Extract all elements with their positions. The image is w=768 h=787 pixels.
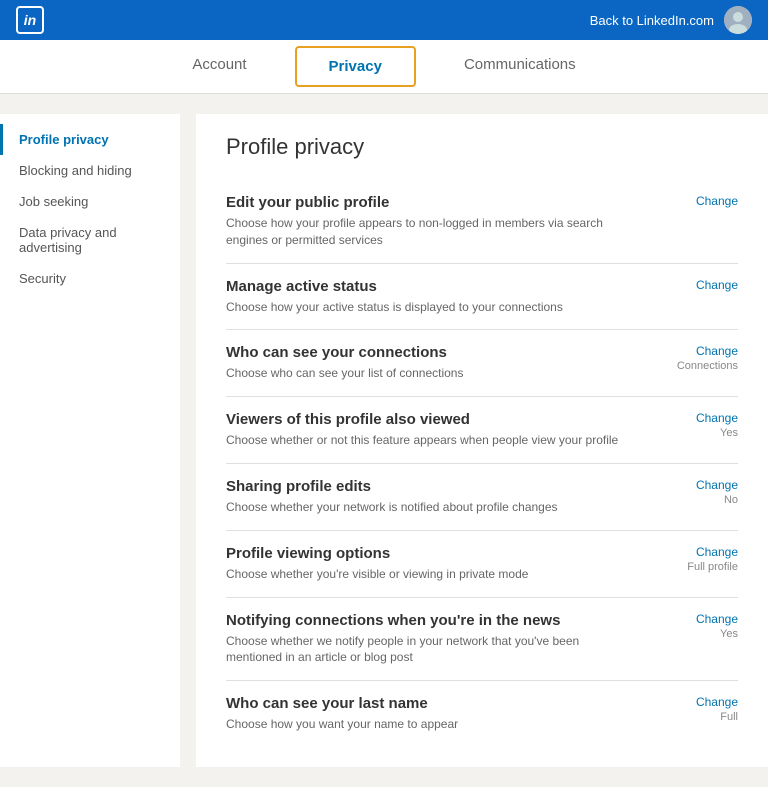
sidebar-item-job-seeking[interactable]: Job seeking <box>0 186 180 217</box>
setting-value-news-notifications: Yes <box>720 628 738 640</box>
change-link-last-name[interactable]: Change <box>696 695 738 709</box>
back-to-linkedin[interactable]: Back to LinkedIn.com <box>590 13 714 28</box>
settings-right-active-status: Change <box>658 278 738 292</box>
tab-privacy[interactable]: Privacy <box>295 46 416 87</box>
sidebar-item-data-privacy[interactable]: Data privacy and advertising <box>0 217 180 263</box>
settings-desc-public-profile: Choose how your profile appears to non-l… <box>226 215 638 249</box>
settings-title-viewers-also-viewed: Viewers of this profile also viewed <box>226 411 638 428</box>
settings-right-public-profile: Change <box>658 194 738 208</box>
sidebar-item-profile-privacy[interactable]: Profile privacy <box>0 124 180 155</box>
setting-value-sharing-edits: No <box>724 494 738 506</box>
change-link-active-status[interactable]: Change <box>696 278 738 292</box>
setting-value-connections: Connections <box>677 360 738 372</box>
settings-left-sharing-edits: Sharing profile edits Choose whether your… <box>226 478 658 516</box>
settings-title-public-profile: Edit your public profile <box>226 194 638 211</box>
settings-row-profile-viewing: Profile viewing options Choose whether yo… <box>226 531 738 598</box>
settings-row-sharing-edits: Sharing profile edits Choose whether your… <box>226 464 738 531</box>
settings-left-viewers-also-viewed: Viewers of this profile also viewed Choos… <box>226 411 658 449</box>
setting-value-viewers-also-viewed: Yes <box>720 427 738 439</box>
settings-title-active-status: Manage active status <box>226 278 638 295</box>
change-link-public-profile[interactable]: Change <box>696 194 738 208</box>
sidebar-item-blocking-hiding[interactable]: Blocking and hiding <box>0 155 180 186</box>
settings-right-news-notifications: Change Yes <box>658 612 738 640</box>
settings-list: Edit your public profile Choose how your … <box>226 180 738 747</box>
setting-value-last-name: Full <box>720 711 738 723</box>
nav-tabs: Account Privacy Communications <box>0 40 768 94</box>
main-container: Profile privacy Blocking and hiding Job … <box>0 114 768 767</box>
content-area: Profile privacy Edit your public profile… <box>196 114 768 767</box>
settings-right-viewers-also-viewed: Change Yes <box>658 411 738 439</box>
sidebar: Profile privacy Blocking and hiding Job … <box>0 114 180 767</box>
linkedin-logo[interactable]: in <box>16 6 44 34</box>
settings-right-sharing-edits: Change No <box>658 478 738 506</box>
settings-left-public-profile: Edit your public profile Choose how your … <box>226 194 658 249</box>
settings-row-news-notifications: Notifying connections when you're in the… <box>226 598 738 682</box>
settings-title-last-name: Who can see your last name <box>226 695 638 712</box>
settings-title-connections: Who can see your connections <box>226 344 638 361</box>
settings-row-last-name: Who can see your last name Choose how you… <box>226 681 738 747</box>
settings-desc-active-status: Choose how your active status is display… <box>226 299 638 316</box>
settings-row-active-status: Manage active status Choose how your acti… <box>226 264 738 331</box>
settings-left-news-notifications: Notifying connections when you're in the… <box>226 612 658 667</box>
sidebar-item-security[interactable]: Security <box>0 263 180 294</box>
settings-desc-connections: Choose who can see your list of connecti… <box>226 365 638 382</box>
settings-title-news-notifications: Notifying connections when you're in the… <box>226 612 638 629</box>
settings-row-connections: Who can see your connections Choose who c… <box>226 330 738 397</box>
change-link-sharing-edits[interactable]: Change <box>696 478 738 492</box>
settings-row-public-profile: Edit your public profile Choose how your … <box>226 180 738 264</box>
settings-title-sharing-edits: Sharing profile edits <box>226 478 638 495</box>
settings-right-connections: Change Connections <box>658 344 738 372</box>
settings-desc-last-name: Choose how you want your name to appear <box>226 716 638 733</box>
settings-desc-viewers-also-viewed: Choose whether or not this feature appea… <box>226 432 638 449</box>
settings-desc-profile-viewing: Choose whether you're visible or viewing… <box>226 566 638 583</box>
topbar: in Back to LinkedIn.com <box>0 0 768 40</box>
change-link-viewers-also-viewed[interactable]: Change <box>696 411 738 425</box>
settings-left-connections: Who can see your connections Choose who c… <box>226 344 658 382</box>
settings-left-last-name: Who can see your last name Choose how you… <box>226 695 658 733</box>
settings-right-last-name: Change Full <box>658 695 738 723</box>
setting-value-profile-viewing: Full profile <box>687 561 738 573</box>
tab-account[interactable]: Account <box>152 40 286 93</box>
logo-text: in <box>24 12 36 28</box>
topbar-right: Back to LinkedIn.com <box>590 6 752 34</box>
user-avatar[interactable] <box>724 6 752 34</box>
change-link-news-notifications[interactable]: Change <box>696 612 738 626</box>
page-title: Profile privacy <box>226 134 738 160</box>
settings-desc-news-notifications: Choose whether we notify people in your … <box>226 633 638 667</box>
change-link-profile-viewing[interactable]: Change <box>696 545 738 559</box>
change-link-connections[interactable]: Change <box>696 344 738 358</box>
tab-communications[interactable]: Communications <box>424 40 616 93</box>
settings-left-active-status: Manage active status Choose how your acti… <box>226 278 658 316</box>
settings-title-profile-viewing: Profile viewing options <box>226 545 638 562</box>
settings-desc-sharing-edits: Choose whether your network is notified … <box>226 499 638 516</box>
settings-right-profile-viewing: Change Full profile <box>658 545 738 573</box>
settings-row-viewers-also-viewed: Viewers of this profile also viewed Choos… <box>226 397 738 464</box>
